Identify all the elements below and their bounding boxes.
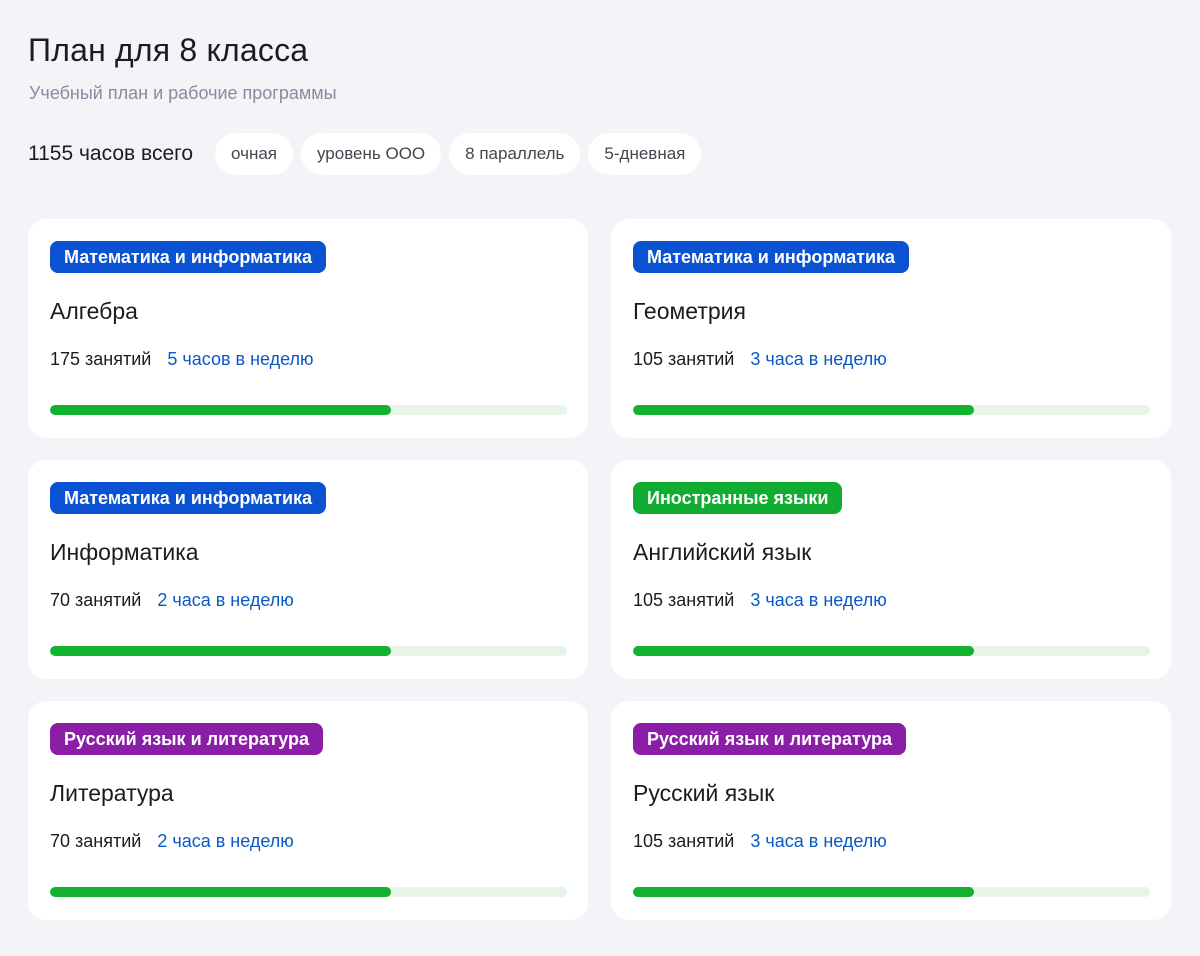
subjects-grid: Математика и информатика Алгебра 175 зан… (28, 219, 1171, 920)
progress-fill (633, 887, 975, 897)
category-tag: Математика и информатика (633, 241, 910, 273)
category-tag: Русский язык и литература (50, 723, 324, 755)
lessons-count: 105 занятий (633, 831, 735, 851)
subject-card[interactable]: Математика и информатика Геометрия 105 з… (611, 219, 1171, 438)
category-tag: Русский язык и литература (633, 723, 907, 755)
lessons-count: 70 занятий (50, 590, 142, 610)
subject-card[interactable]: Математика и информатика Алгебра 175 зан… (28, 219, 588, 438)
progress-fill (633, 646, 975, 656)
subject-meta: 175 занятий 5 часов в неделю (50, 349, 314, 370)
subject-card[interactable]: Математика и информатика Информатика 70 … (28, 460, 588, 679)
subject-meta: 105 занятий 3 часа в неделю (633, 590, 887, 611)
category-tag: Иностранные языки (633, 482, 843, 514)
subject-card[interactable]: Русский язык и литература Русский язык 1… (611, 701, 1171, 920)
progress-bar (50, 887, 567, 897)
subject-meta: 105 занятий 3 часа в неделю (633, 349, 887, 370)
weekly-hours-link[interactable]: 5 часов в неделю (167, 349, 313, 370)
subject-name: Русский язык (633, 780, 775, 806)
weekly-hours-link[interactable]: 3 часа в неделю (750, 831, 886, 852)
chip-week[interactable]: 5-дневная (588, 133, 702, 175)
subject-name: Информатика (50, 539, 199, 565)
weekly-hours-link[interactable]: 2 часа в неделю (157, 590, 293, 611)
subject-name: Литература (50, 780, 174, 806)
weekly-hours-link[interactable]: 3 часа в неделю (750, 349, 886, 370)
progress-bar (633, 405, 1150, 415)
lessons-count: 105 занятий (633, 349, 735, 369)
subject-card[interactable]: Иностранные языки Английский язык 105 за… (611, 460, 1171, 679)
chip-grade[interactable]: 8 параллель (449, 133, 581, 175)
summary-row: 1155 часов всего очная уровень ООО 8 пар… (28, 133, 702, 175)
subject-card[interactable]: Русский язык и литература Литература 70 … (28, 701, 588, 920)
weekly-hours-link[interactable]: 2 часа в неделю (157, 831, 293, 852)
subject-meta: 70 занятий 2 часа в неделю (50, 590, 294, 611)
progress-fill (50, 646, 392, 656)
lessons-count: 175 занятий (50, 349, 152, 369)
weekly-hours-link[interactable]: 3 часа в неделю (750, 590, 886, 611)
category-tag: Математика и информатика (50, 241, 327, 273)
subject-name: Алгебра (50, 298, 138, 324)
progress-bar (50, 646, 567, 656)
total-hours: 1155 часов всего (28, 142, 193, 165)
progress-bar (633, 646, 1150, 656)
subject-meta: 105 занятий 3 часа в неделю (633, 831, 887, 852)
progress-fill (633, 405, 975, 415)
lessons-count: 105 занятий (633, 590, 735, 610)
subject-name: Английский язык (633, 539, 812, 565)
page: План для 8 класса Учебный план и рабочие… (0, 0, 1200, 956)
subject-name: Геометрия (633, 298, 746, 324)
page-subtitle: Учебный план и рабочие программы (29, 83, 337, 103)
progress-bar (633, 887, 1150, 897)
page-title: План для 8 класса (28, 32, 309, 68)
chip-form[interactable]: очная (215, 133, 293, 175)
category-tag: Математика и информатика (50, 482, 327, 514)
chip-level[interactable]: уровень ООО (301, 133, 442, 175)
progress-fill (50, 405, 392, 415)
lessons-count: 70 занятий (50, 831, 142, 851)
progress-bar (50, 405, 567, 415)
progress-fill (50, 887, 392, 897)
subject-meta: 70 занятий 2 часа в неделю (50, 831, 294, 852)
